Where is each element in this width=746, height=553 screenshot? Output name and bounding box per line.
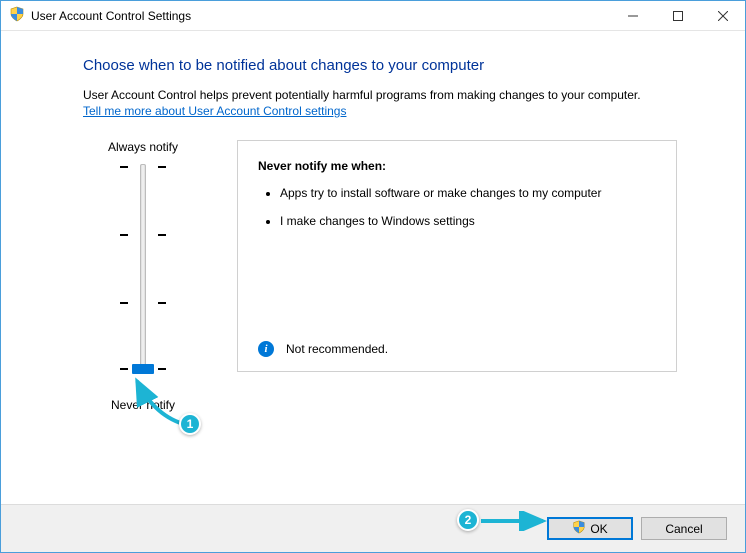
slider-track	[140, 164, 146, 374]
cancel-button-label: Cancel	[665, 522, 702, 536]
notification-slider-column: Always notify Never notify	[83, 140, 203, 412]
notification-slider[interactable]	[113, 162, 173, 392]
learn-more-link[interactable]: Tell me more about User Account Control …	[83, 104, 346, 118]
dialog-footer: OK Cancel	[1, 504, 745, 552]
info-box-bullet: Apps try to install software or make cha…	[280, 185, 656, 201]
slider-tick	[120, 302, 166, 304]
slider-bottom-label: Never notify	[111, 398, 175, 412]
page-description: User Account Control helps prevent poten…	[83, 88, 711, 102]
annotation-callout-2: 2	[457, 509, 479, 531]
cancel-button[interactable]: Cancel	[641, 517, 727, 540]
notification-info-box: Never notify me when: Apps try to instal…	[237, 140, 677, 372]
minimize-button[interactable]	[610, 1, 655, 30]
slider-tick	[120, 166, 166, 168]
page-heading: Choose when to be notified about changes…	[83, 57, 711, 74]
info-box-footer-text: Not recommended.	[286, 342, 388, 356]
titlebar: User Account Control Settings	[1, 1, 745, 31]
ok-button-label: OK	[590, 522, 607, 536]
close-button[interactable]	[700, 1, 745, 30]
info-box-title: Never notify me when:	[258, 159, 656, 173]
slider-thumb[interactable]	[132, 364, 154, 374]
maximize-button[interactable]	[655, 1, 700, 30]
slider-top-label: Always notify	[108, 140, 178, 154]
slider-tick	[120, 234, 166, 236]
window-title: User Account Control Settings	[31, 9, 191, 23]
content-area: Choose when to be notified about changes…	[1, 31, 745, 412]
info-box-bullet: I make changes to Windows settings	[280, 213, 656, 229]
info-icon: i	[258, 341, 274, 357]
info-box-list: Apps try to install software or make cha…	[258, 185, 656, 229]
annotation-callout-1: 1	[179, 413, 201, 435]
ok-button[interactable]: OK	[547, 517, 633, 540]
uac-shield-icon	[572, 520, 586, 537]
uac-shield-icon	[9, 6, 25, 25]
